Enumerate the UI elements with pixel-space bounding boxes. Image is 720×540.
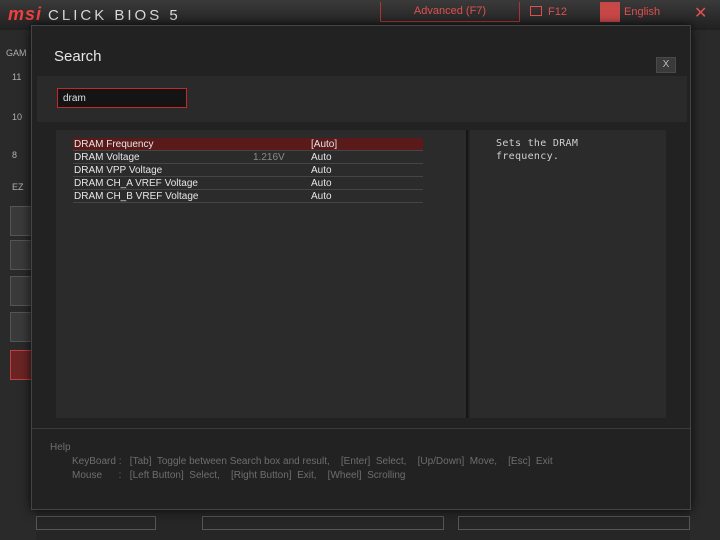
exit-icon[interactable]: ✕	[694, 3, 707, 23]
close-button[interactable]: X	[656, 57, 676, 73]
dialog-title: Search	[54, 48, 102, 65]
setting-name: DRAM Frequency	[74, 139, 154, 150]
result-row[interactable]: DRAM Voltage 1.216V Auto	[73, 151, 423, 164]
panel-divider	[466, 130, 468, 418]
background-right-panel	[690, 30, 720, 540]
help-mouse-line: Mouse : [Left Button] Select, [Right But…	[72, 470, 406, 481]
search-input[interactable]	[57, 88, 187, 108]
setting-value: Auto	[311, 191, 332, 202]
setting-value: [Auto]	[311, 139, 338, 150]
setting-name: DRAM CH_B VREF Voltage	[74, 191, 199, 202]
help-keyboard-line: KeyBoard : [Tab] Toggle between Search b…	[72, 456, 553, 467]
setting-description: Sets the DRAM frequency.	[496, 138, 579, 162]
globe-icon	[600, 2, 620, 23]
setting-value: Auto	[311, 165, 332, 176]
screenshot-f12-button[interactable]: F12	[530, 6, 567, 18]
result-row[interactable]: DRAM VPP Voltage Auto	[73, 164, 423, 177]
search-dialog: Search X DRAM Frequency [Auto] DRAM Volt…	[31, 25, 691, 510]
description-panel: Sets the DRAM frequency.	[470, 130, 666, 418]
setting-name: DRAM Voltage	[74, 152, 140, 163]
setting-value: Auto	[311, 178, 332, 189]
advanced-mode-button[interactable]: Advanced (F7)	[380, 2, 520, 22]
msi-logo: msi CLICK BIOS 5	[8, 4, 181, 24]
screenshot-icon	[530, 6, 542, 16]
search-bar-area	[37, 76, 687, 122]
result-row[interactable]: DRAM CH_B VREF Voltage Auto	[73, 190, 423, 203]
language-button[interactable]: English	[600, 2, 680, 24]
background-bottom-bar	[36, 510, 690, 540]
setting-name: DRAM CH_A VREF Voltage	[74, 178, 198, 189]
current-value: 1.216V	[253, 152, 285, 163]
setting-value: Auto	[311, 152, 332, 163]
help-heading: Help	[50, 442, 71, 453]
search-results-panel: DRAM Frequency [Auto] DRAM Voltage 1.216…	[56, 130, 466, 418]
setting-name: DRAM VPP Voltage	[74, 165, 163, 176]
result-row[interactable]: DRAM CH_A VREF Voltage Auto	[73, 177, 423, 190]
help-separator	[32, 428, 690, 429]
result-row[interactable]: DRAM Frequency [Auto]	[73, 138, 423, 151]
